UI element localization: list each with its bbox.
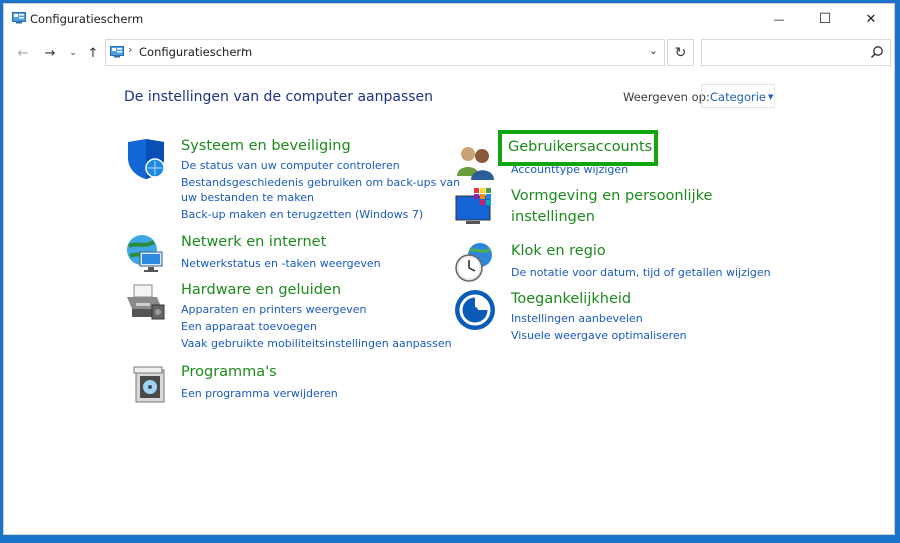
navigation-bar: ← → ⌄ ↑ › Configuratiescherm › ⌄ ↻ [4, 34, 894, 72]
category-title-hardware-sound[interactable]: Hardware en geluiden [181, 282, 341, 298]
view-by-label: Weergeven op: [623, 90, 710, 104]
category-title-accessibility[interactable]: Toegankelijkheid [511, 291, 631, 307]
appearance-monitor-icon[interactable] [454, 186, 496, 228]
close-icon: ✕ [865, 11, 877, 27]
address-dropdown-icon[interactable]: ⌄ [649, 44, 658, 57]
search-icon[interactable] [870, 45, 884, 59]
accessibility-icon[interactable] [454, 289, 496, 331]
breadcrumb-separator-icon[interactable]: › [241, 43, 245, 56]
refresh-button[interactable]: ↻ [667, 39, 694, 66]
link-recommend-settings[interactable]: Instellingen aanbevelen [511, 312, 643, 325]
category-title-appearance-line2[interactable]: instellingen [511, 209, 595, 225]
category-title-system-security[interactable]: Systeem en beveiliging [181, 138, 351, 154]
address-bar[interactable]: › Configuratiescherm › ⌄ [105, 39, 665, 66]
link-date-time-format[interactable]: De notatie voor datum, tijd of getallen … [511, 266, 771, 279]
link-mobility-settings[interactable]: Vaak gebruikte mobiliteitsinstellingen a… [181, 337, 452, 350]
link-uninstall-program[interactable]: Een programma verwijderen [181, 387, 338, 400]
close-button[interactable]: ✕ [848, 4, 894, 34]
shield-icon[interactable] [124, 138, 166, 180]
refresh-icon: ↻ [674, 44, 687, 61]
category-title-user-accounts[interactable]: Gebruikersaccounts [508, 139, 652, 155]
view-by-value: Categorie [710, 90, 766, 104]
view-by-dropdown[interactable]: Categorie ▼ [701, 84, 775, 108]
back-button[interactable]: ← [14, 44, 32, 62]
recent-locations-button[interactable]: ⌄ [64, 44, 82, 62]
dropdown-caret-icon: ▼ [768, 93, 774, 101]
title-bar: Configuratiescherm — ☐ ✕ [4, 4, 894, 34]
control-panel-app-icon [12, 12, 26, 24]
network-globe-icon[interactable] [124, 232, 166, 274]
category-title-programs[interactable]: Programma's [181, 364, 277, 380]
link-file-history-backup[interactable]: Bestandsgeschiedenis gebruiken om back-u… [181, 176, 460, 189]
printer-icon[interactable] [124, 281, 166, 323]
back-arrow-icon: ← [17, 45, 29, 61]
users-icon[interactable] [454, 142, 496, 184]
chevron-down-icon: ⌄ [69, 48, 77, 58]
clock-globe-icon[interactable] [454, 241, 496, 283]
programs-icon[interactable] [130, 364, 172, 406]
link-check-computer-status[interactable]: De status van uw computer controleren [181, 159, 400, 172]
forward-button[interactable]: → [41, 44, 59, 62]
control-panel-window: Configuratiescherm — ☐ ✕ ← → ⌄ ↑ › Confi… [3, 3, 895, 535]
minimize-button[interactable]: — [756, 4, 802, 34]
link-devices-printers[interactable]: Apparaten en printers weergeven [181, 303, 367, 316]
link-add-device[interactable]: Een apparaat toevoegen [181, 320, 317, 333]
highlight-box: Gebruikersaccounts [498, 130, 658, 166]
breadcrumb-control-panel[interactable]: Configuratiescherm [139, 45, 252, 59]
forward-arrow-icon: → [44, 45, 56, 61]
minimize-icon: — [773, 12, 785, 26]
category-title-clock-region[interactable]: Klok en regio [511, 243, 606, 259]
breadcrumb-separator-icon[interactable]: › [128, 43, 132, 56]
up-arrow-icon: ↑ [87, 45, 99, 61]
link-backup-restore-windows7[interactable]: Back-up maken en terugzetten (Windows 7) [181, 208, 423, 221]
search-input[interactable] [701, 39, 891, 66]
category-title-network-internet[interactable]: Netwerk en internet [181, 234, 326, 250]
window-title: Configuratiescherm [30, 12, 144, 26]
maximize-icon: ☐ [818, 11, 832, 27]
maximize-button[interactable]: ☐ [802, 4, 848, 34]
control-panel-icon [110, 46, 124, 58]
page-heading: De instellingen van de computer aanpasse… [124, 89, 434, 105]
link-file-history-backup-line2[interactable]: uw bestanden te maken [181, 191, 314, 204]
category-title-appearance[interactable]: Vormgeving en persoonlijke [511, 188, 712, 204]
link-network-status[interactable]: Netwerkstatus en -taken weergeven [181, 257, 381, 270]
link-optimize-visual-display[interactable]: Visuele weergave optimaliseren [511, 329, 687, 342]
up-button[interactable]: ↑ [84, 44, 102, 62]
